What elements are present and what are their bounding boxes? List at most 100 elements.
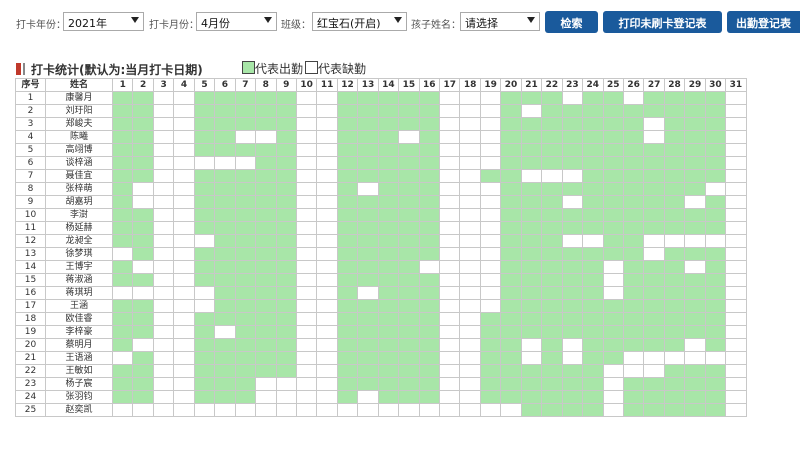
attendance-cell-absent [622, 351, 645, 365]
attendance-cell-absent [316, 169, 338, 183]
attendance-cell-absent [479, 143, 502, 157]
child-select[interactable]: 请选择 [460, 12, 540, 31]
attendance-cell-absent [438, 169, 461, 183]
child-select-value: 请选择 [465, 17, 498, 30]
attendance-cell-present [602, 338, 624, 352]
attendance-cell-present [622, 390, 645, 404]
attendance-cell-absent [459, 364, 481, 378]
attendance-cell-absent [193, 286, 216, 300]
attendance-cell-present [398, 364, 420, 378]
attendance-cell-present [398, 195, 420, 209]
year-select[interactable]: 2021年 [63, 12, 144, 31]
attendance-cell-absent [520, 104, 543, 118]
attendance-cell-absent [295, 247, 318, 261]
attendance-cell-absent [725, 91, 747, 105]
attendance-cell-absent [459, 104, 481, 118]
attendance-cell-present [214, 299, 236, 313]
attendance-cell-present [663, 208, 686, 222]
attendance-cell-absent [479, 91, 502, 105]
attendance-cell-present [561, 130, 584, 144]
attendance-cell-absent [152, 286, 175, 300]
attendance-cell-present [704, 325, 727, 339]
attendance-cell-absent [357, 390, 379, 404]
student-name: 杨延赫 [45, 221, 113, 235]
attendance-cell-absent [214, 156, 236, 170]
attendance-cell-present [398, 182, 420, 196]
attendance-register-button[interactable]: 出勤登记表 [727, 11, 800, 33]
print-unswiped-button[interactable]: 打印未刷卡登记表 [603, 11, 722, 33]
attendance-cell-present [193, 221, 216, 235]
student-name: 高翊博 [45, 143, 113, 157]
row-number: 14 [15, 260, 46, 274]
attendance-cell-present [357, 312, 379, 326]
attendance-cell-absent [152, 156, 175, 170]
attendance-cell-present [255, 143, 277, 157]
chevron-down-icon [394, 17, 402, 23]
attendance-cell-present [520, 364, 543, 378]
attendance-cell-present [193, 247, 216, 261]
attendance-cell-present [377, 273, 400, 287]
attendance-cell-present [622, 286, 645, 300]
attendance-cell-present [500, 195, 522, 209]
attendance-cell-present [622, 260, 645, 274]
attendance-cell-absent [561, 195, 584, 209]
search-button[interactable]: 检索 [545, 11, 598, 33]
attendance-cell-absent [438, 117, 461, 131]
attendance-cell-absent [704, 182, 727, 196]
attendance-cell-present [622, 169, 645, 183]
table-row: 13 徐梦琪 [15, 247, 747, 261]
attendance-cell-present [418, 208, 441, 222]
attendance-cell-absent [438, 299, 461, 313]
attendance-cell-absent [234, 130, 257, 144]
attendance-cell-present [561, 260, 584, 274]
student-name: 蔡明月 [45, 338, 113, 352]
attendance-cell-present [418, 351, 441, 365]
col-header-day: 26 [622, 78, 645, 92]
attendance-cell-absent [111, 403, 134, 417]
attendance-cell-absent [316, 338, 338, 352]
row-number: 24 [15, 390, 46, 404]
attendance-cell-present [602, 143, 624, 157]
attendance-cell-present [275, 208, 297, 222]
attendance-cell-absent [663, 351, 686, 365]
attendance-cell-absent [316, 143, 338, 157]
month-select[interactable]: 4月份 [196, 12, 277, 31]
attendance-cell-absent [725, 143, 747, 157]
attendance-cell-present [377, 377, 400, 391]
attendance-cell-present [336, 247, 359, 261]
attendance-cell-present [541, 364, 563, 378]
table-row: 18 欧佳睿 [15, 312, 747, 326]
attendance-cell-present [684, 299, 706, 313]
attendance-cell-present [684, 364, 706, 378]
attendance-cell-absent [295, 273, 318, 287]
attendance-cell-absent [438, 247, 461, 261]
attendance-cell-present [622, 208, 645, 222]
attendance-cell-absent [316, 208, 338, 222]
attendance-cell-present [663, 273, 686, 287]
attendance-cell-present [684, 143, 706, 157]
student-name: 谈梓涵 [45, 156, 113, 170]
col-header-day: 23 [561, 78, 584, 92]
attendance-cell-present [234, 104, 257, 118]
attendance-cell-present [582, 273, 604, 287]
attendance-cell-present [602, 325, 624, 339]
attendance-cell-absent [479, 299, 502, 313]
attendance-cell-present [684, 156, 706, 170]
attendance-cell-present [622, 195, 645, 209]
attendance-cell-absent [725, 156, 747, 170]
class-select[interactable]: 红宝石(开启) [312, 12, 407, 31]
attendance-cell-absent [643, 351, 665, 365]
attendance-cell-present [234, 143, 257, 157]
attendance-cell-present [255, 312, 277, 326]
attendance-cell-present [704, 117, 727, 131]
row-number: 9 [15, 195, 46, 209]
attendance-cell-present [398, 338, 420, 352]
attendance-cell-present [377, 364, 400, 378]
row-number: 4 [15, 130, 46, 144]
attendance-cell-present [704, 377, 727, 391]
attendance-cell-present [663, 221, 686, 235]
student-name: 王博宇 [45, 260, 113, 274]
attendance-cell-present [357, 104, 379, 118]
attendance-cell-present [132, 91, 154, 105]
attendance-cell-present [643, 325, 665, 339]
